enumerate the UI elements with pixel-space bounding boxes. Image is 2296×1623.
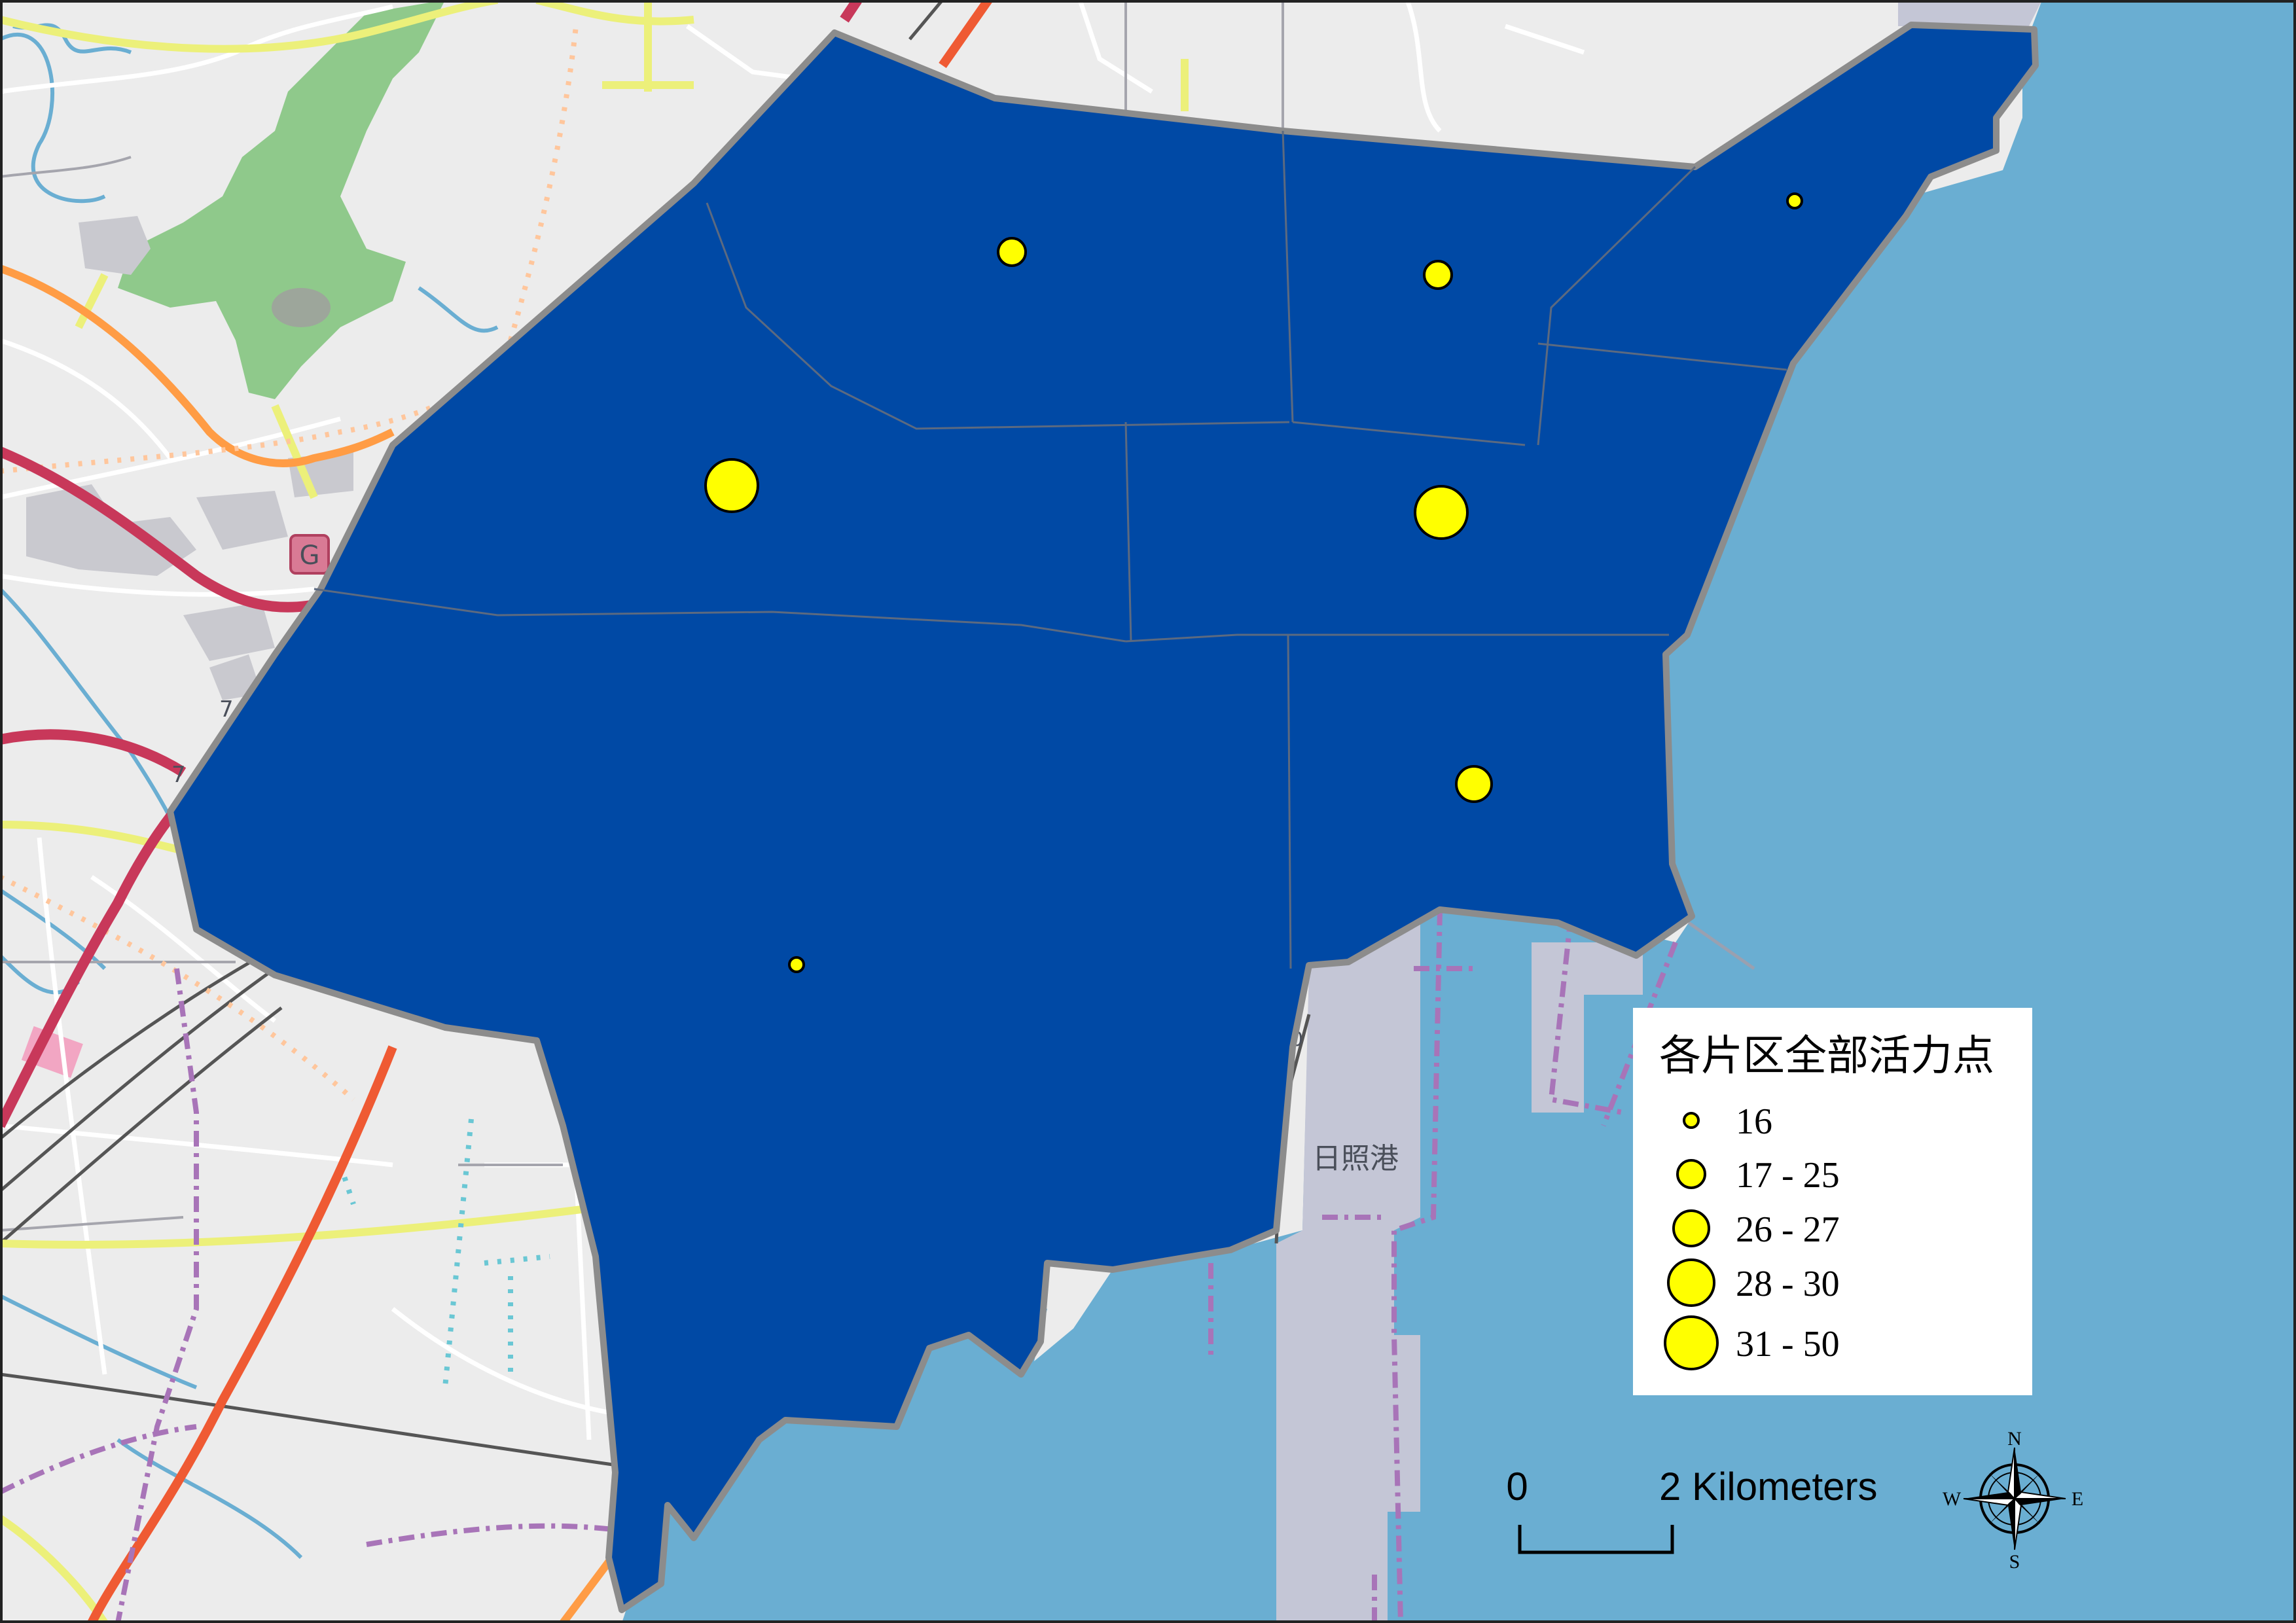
legend-symbol-5 <box>1664 1315 1719 1370</box>
compass-south-label: S <box>2009 1551 2020 1573</box>
legend-symbol-2 <box>1676 1159 1706 1189</box>
legend-title: 各片区全部活力点 <box>1659 1032 1994 1080</box>
activity-point-north-center[interactable] <box>997 237 1027 267</box>
activity-point-south[interactable] <box>788 956 805 973</box>
activity-point-west-middle[interactable] <box>704 458 759 513</box>
legend-label-2: 17 - 25 <box>1736 1155 1840 1196</box>
legend-label-1: 16 <box>1736 1101 1772 1142</box>
port-place-label: 日照港 <box>1312 1142 1399 1175</box>
scale-start-label: 0 <box>1506 1465 1528 1508</box>
legend-label-3: 26 - 27 <box>1736 1209 1840 1250</box>
activity-point-south-east[interactable] <box>1455 765 1493 803</box>
legend-symbol-3 <box>1672 1209 1710 1247</box>
activity-point-north-east[interactable] <box>1786 192 1803 209</box>
legend-symbol-1 <box>1683 1112 1700 1129</box>
legend-label-4: 28 - 30 <box>1736 1264 1840 1304</box>
map-canvas[interactable]: G 日照港 7 7 各片区全部活力点 1617 - 2526 - 2728 - … <box>0 0 2296 1623</box>
road-number-label: 7 <box>171 762 186 788</box>
activity-point-east-middle[interactable] <box>1414 485 1469 540</box>
legend-label-5: 31 - 50 <box>1736 1324 1840 1364</box>
compass-west-label: W <box>1943 1488 1962 1510</box>
legend: 各片区全部活力点 16 17 - 25 26 - 27 28 - 30 31 - 50 <box>1633 1008 2032 1395</box>
scale-end-label: 2 Kilometers <box>1659 1465 1877 1508</box>
activity-point-north-east-center[interactable] <box>1423 260 1453 290</box>
legend-symbol-4 <box>1667 1258 1715 1307</box>
forest-clearing <box>272 288 331 327</box>
road-badge-label: G <box>300 541 320 571</box>
compass-east-label: E <box>2072 1488 2083 1510</box>
compass-north-label: N <box>2007 1428 2022 1450</box>
